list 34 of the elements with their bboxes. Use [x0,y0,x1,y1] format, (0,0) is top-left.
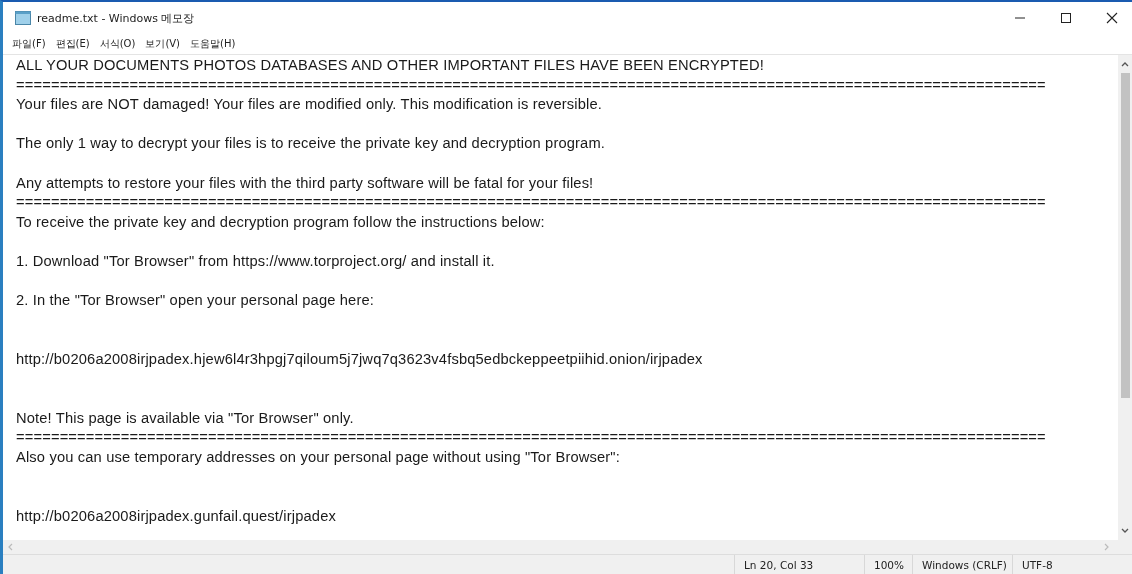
zoom-level: 100% [864,555,912,574]
menu-item[interactable]: 도움말(H) [190,37,236,51]
notepad-icon [15,11,31,25]
text-line: The only 1 way to decrypt your files is to receive the private key and decryption program. [16,134,606,154]
text-line: Also you can use temporary addresses on your personal page without using "Tor Browser": [16,447,620,467]
text-line: ====================================================================================================================== [16,193,1046,213]
encoding: UTF-8 [1012,555,1132,574]
menu-item[interactable]: 파일(F) [12,37,46,51]
text-line: Your files are NOT damaged! Your files are modified only. This modification is reversible. [16,95,603,115]
text-line: To receive the private key and decryption program follow the instructions below: [16,212,545,232]
vertical-scrollbar[interactable] [1118,55,1132,540]
close-icon[interactable] [1106,12,1118,24]
cursor-position: Ln 20, Col 33 [734,555,864,574]
menu-item[interactable]: 편집(E) [55,37,90,51]
text-line: http://b0206a2008irjpadex.gunfail.quest/irjpadex [16,506,336,526]
horizontal-scrollbar[interactable] [3,540,1132,554]
text-line: 1. Download "Tor Browser" from https://www.torproject.org/ and install it. [16,251,495,271]
text-line: ALL YOUR DOCUMENTS PHOTOS DATABASES AND OTHER IMPORTANT FILES HAVE BEEN ENCRYPTED! [16,56,764,75]
menu-item[interactable]: 서식(O) [99,37,136,51]
text-line: Note! This page is available via "Tor Browser" only. [16,408,354,428]
text-line: ====================================================================================================================== [16,428,1046,448]
menu-item[interactable]: 보기(V) [145,37,181,51]
text-line: ====================================================================================================================== [16,75,1046,95]
line-ending: Windows (CRLF) [912,555,1012,574]
maximize-icon[interactable] [1060,12,1072,24]
text-line: http://b0206a2008irjpadex.hjew6l4r3hpgj7qiloum5j7jwq7q3623v4fsbq5edbckeppeetpiihid.onion/irjpadex [16,349,703,369]
scroll-right-icon[interactable] [1104,543,1110,551]
scroll-left-icon[interactable] [7,543,13,551]
window-title: readme.txt - Windows 메모장 [37,10,195,26]
text-line: Any attempts to restore your files with the third party software will be fatal for your files! [16,173,594,193]
scroll-down-icon[interactable] [1121,528,1129,534]
scroll-thumb[interactable] [1120,73,1130,398]
text-line: 2. In the "Tor Browser" open your personal page here: [16,291,375,311]
scroll-up-icon[interactable] [1121,61,1129,67]
